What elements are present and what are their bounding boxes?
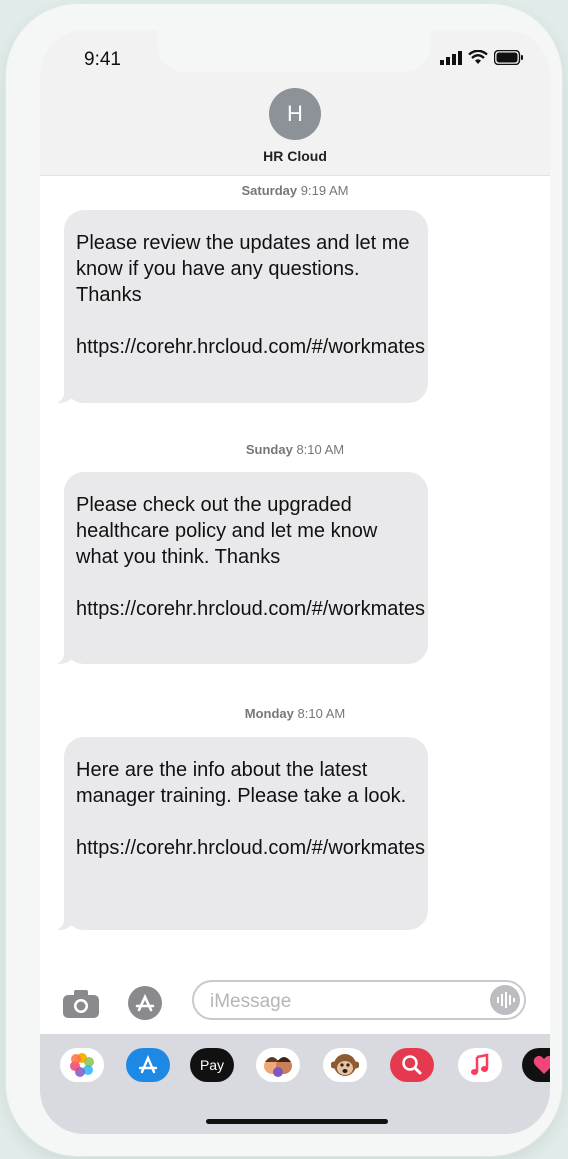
timestamp-day: Monday (244, 706, 294, 721)
timestamp-time: 8:10 AM (296, 442, 345, 457)
app-store-icon[interactable] (126, 1048, 170, 1082)
audio-button[interactable] (490, 985, 520, 1015)
timestamp-day: Sunday (245, 442, 293, 457)
conversation-header: 9:41 H HR Cloud (40, 30, 550, 176)
apple-pay-icon[interactable]: Pay (190, 1048, 234, 1082)
timestamp: Saturday 9:19 AM (40, 183, 550, 198)
wifi-icon (468, 50, 488, 64)
message-text: Here are the info about the latest manag… (76, 759, 407, 807)
timestamp: Sunday 8:10 AM (40, 442, 550, 457)
message-bubble[interactable]: Here are the info about the latest manag… (52, 737, 428, 930)
message-link[interactable]: https://corehr.hrcloud.com/#/workmates (76, 596, 425, 622)
message-input[interactable]: iMessage (192, 980, 526, 1020)
timestamp-day: Saturday (241, 183, 298, 198)
timestamp-time: 9:19 AM (300, 183, 349, 198)
contact-name[interactable]: HR Cloud (40, 148, 550, 164)
phone-frame: 9:41 H HR Cloud Saturday 9:19 AM Please … (6, 4, 562, 1156)
home-indicator[interactable] (206, 1119, 388, 1124)
notch (157, 30, 431, 72)
animoji-icon[interactable] (323, 1048, 367, 1082)
status-time: 9:41 (84, 49, 121, 70)
message-text: Please review the updates and let me kno… (76, 232, 410, 306)
contact-avatar[interactable]: H (269, 88, 321, 140)
apple-pay-label: Pay (199, 1057, 225, 1073)
photos-icon[interactable] (60, 1048, 104, 1082)
image-search-icon[interactable] (390, 1048, 434, 1082)
memoji-icon[interactable] (256, 1048, 300, 1082)
waveform-icon (497, 992, 515, 1008)
message-link[interactable]: https://corehr.hrcloud.com/#/workmates (76, 334, 425, 360)
message-link[interactable]: https://corehr.hrcloud.com/#/workmates (76, 835, 425, 861)
messages-screen: 9:41 H HR Cloud Saturday 9:19 AM Please … (40, 30, 550, 1134)
message-text: Please check out the upgraded healthcare… (76, 494, 378, 568)
message-bubble[interactable]: Please check out the upgraded healthcare… (52, 472, 428, 664)
avatar-initial: H (287, 101, 303, 126)
timestamp-time: 8:10 AM (297, 706, 346, 721)
app-store-icon (135, 993, 155, 1012)
camera-icon[interactable] (62, 989, 100, 1019)
signal-icon (440, 50, 462, 65)
battery-icon (494, 50, 523, 65)
digital-touch-icon[interactable] (522, 1048, 550, 1082)
music-icon[interactable] (458, 1048, 502, 1082)
app-store-button[interactable] (128, 986, 162, 1020)
message-bubble[interactable]: Please review the updates and let me kno… (52, 210, 428, 403)
timestamp: Monday 8:10 AM (40, 706, 550, 721)
status-icons (440, 50, 524, 65)
message-input-placeholder: iMessage (210, 991, 292, 1012)
app-drawer: Pay (40, 1034, 550, 1134)
compose-bar: iMessage (40, 976, 550, 1034)
